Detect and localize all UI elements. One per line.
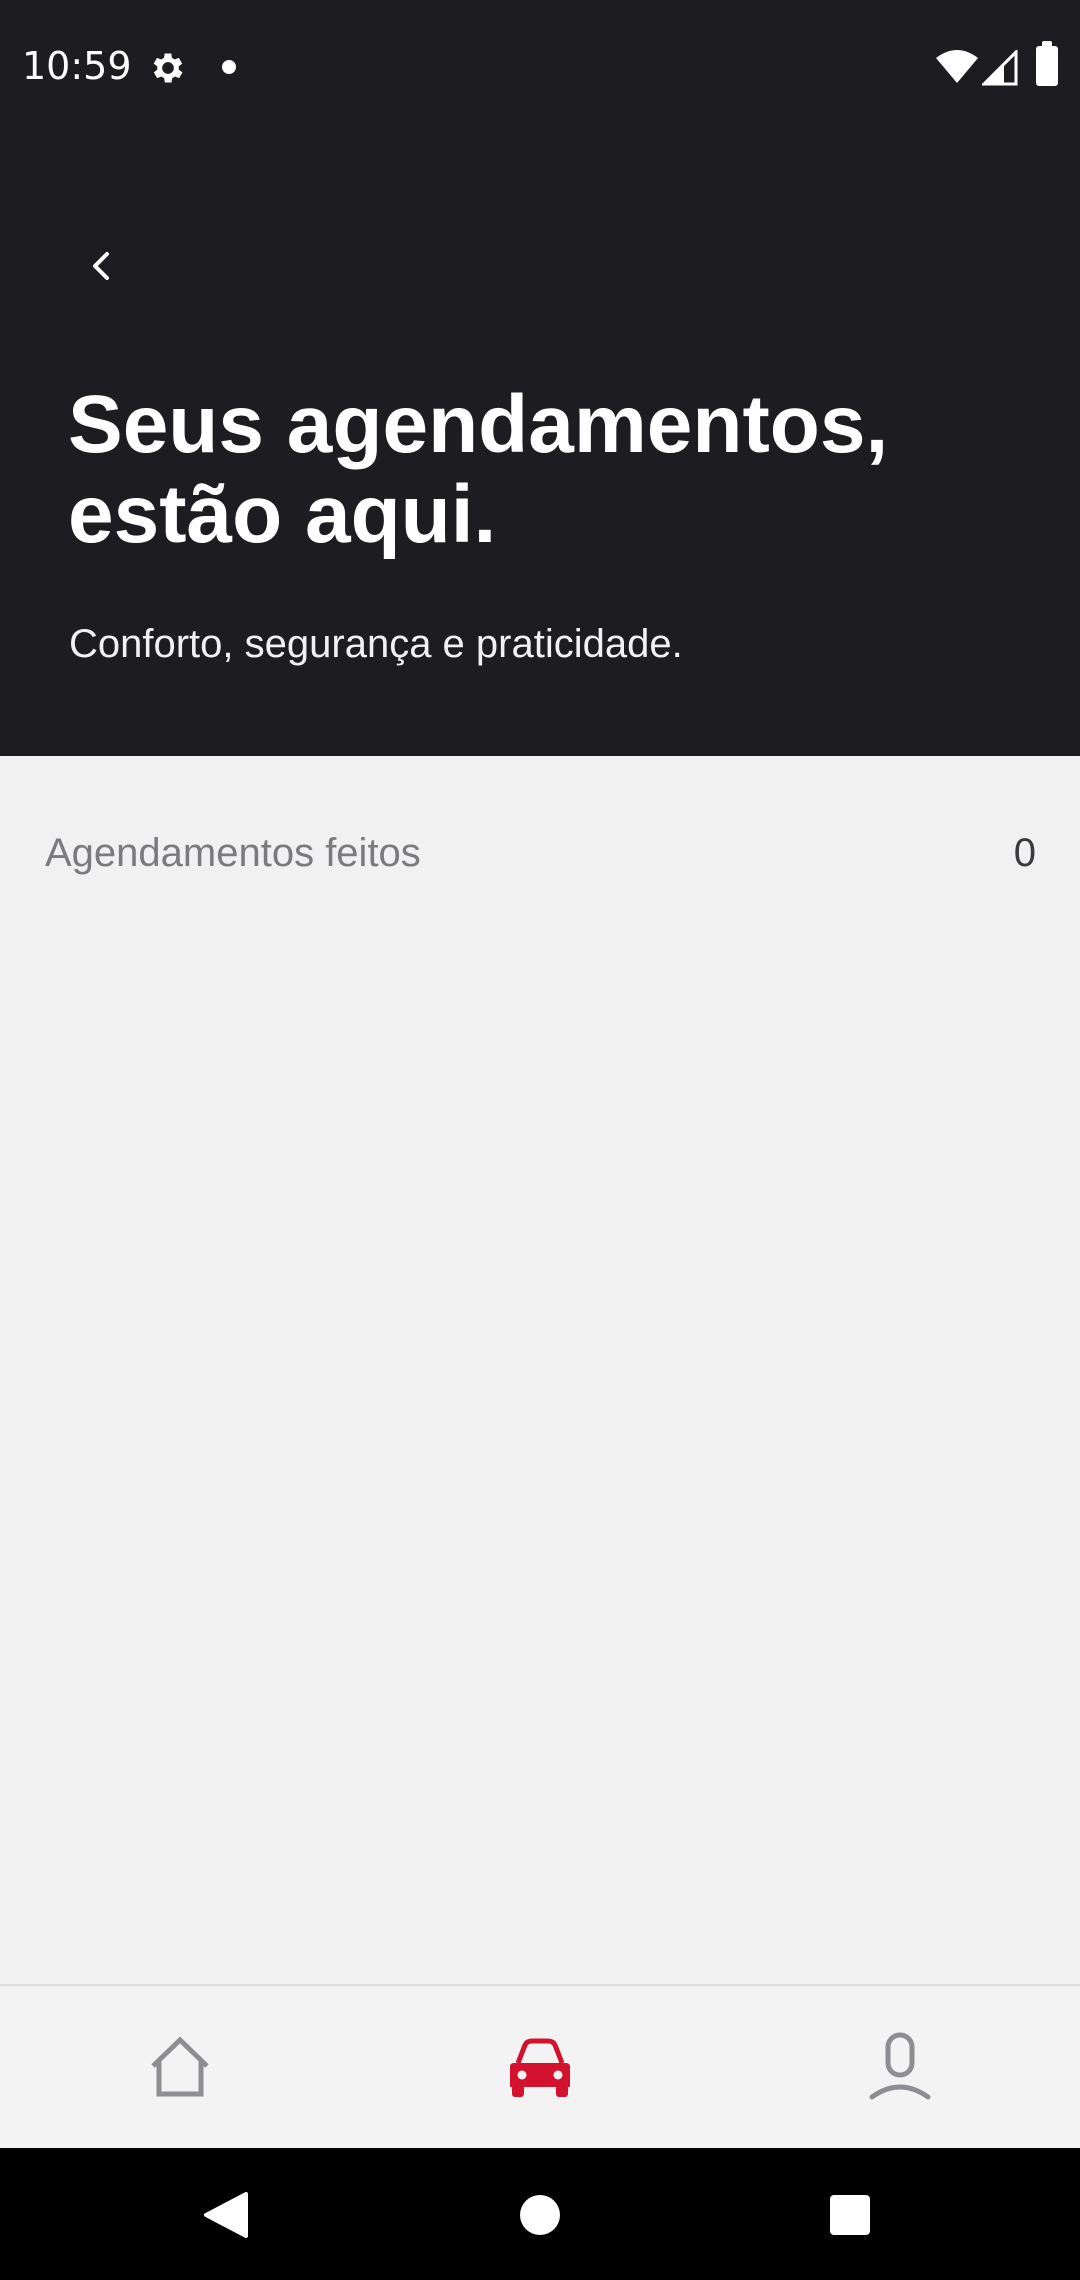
- status-bar: 10:59: [0, 0, 1080, 136]
- gear-icon: [153, 53, 183, 83]
- recents-square-icon: [830, 2195, 870, 2235]
- system-home-button[interactable]: [495, 2170, 585, 2260]
- car-icon: [510, 2038, 570, 2097]
- system-recents-button[interactable]: [805, 2170, 895, 2260]
- bookings-count-value: 0: [1013, 830, 1036, 875]
- page-subtitle: Conforto, segurança e praticidade.: [69, 622, 683, 666]
- bookings-count-label: Agendamentos feitos: [45, 830, 421, 875]
- signal-icon: [982, 50, 1018, 86]
- bottom-nav: [0, 1984, 1080, 2148]
- bookings-summary: Agendamentos feitos 0: [45, 820, 1036, 886]
- chevron-left-icon: [93, 252, 109, 280]
- wifi-icon: [936, 50, 978, 83]
- back-triangle-icon: [204, 2192, 248, 2238]
- nav-profile[interactable]: [720, 1986, 1080, 2148]
- home-icon: [151, 2036, 209, 2097]
- nav-home[interactable]: [0, 1986, 360, 2148]
- home-circle-icon: [520, 2195, 560, 2235]
- header: 10:59 Seus agendamentos, estão aqui. Con…: [0, 0, 1080, 756]
- system-back-button[interactable]: [180, 2170, 270, 2260]
- notification-dot-icon: [222, 60, 236, 74]
- system-nav-bar: [0, 2148, 1080, 2280]
- back-button[interactable]: [72, 236, 132, 296]
- nav-bookings[interactable]: [360, 1986, 720, 2148]
- status-time: 10:59: [22, 44, 132, 88]
- profile-icon: [869, 2032, 931, 2100]
- page-title: Seus agendamentos, estão aqui.: [68, 379, 889, 560]
- battery-icon: [1036, 41, 1058, 86]
